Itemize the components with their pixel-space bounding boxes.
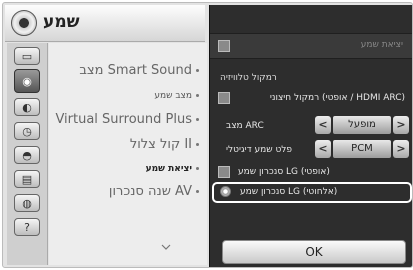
arc-mode-label: מצב ARC [226,121,264,131]
section-label: רמקול טלוויזיה [220,73,277,83]
arc-mode-left-button[interactable]: < [315,116,331,134]
lock-icon[interactable]: ◓ [14,146,40,164]
tv-screen: שמע ▭ ◉ ◐ ◷ ◓ ▤ ◍ ? מצב Smart Sound מצב … [2,2,413,268]
digital-out-right-button[interactable]: > [393,140,409,158]
page-title: שמע [43,12,80,32]
menu-item-virtual-surround[interactable]: Virtual Surround Plus [49,112,199,127]
lg-wireless-label[interactable]: סנכרון שמע LG (אלחוטי) [240,187,337,197]
ok-button[interactable]: OK [222,240,406,264]
globe-icon[interactable]: ◐ [14,98,40,116]
hdmi-arc-label: רמקול חיצוני (אופטי / HDMI ARC) [269,93,405,103]
speaker-icon[interactable]: ◉ [14,69,40,93]
sound-out-panel: יציאת שמע רמקול טלוויזיה רמקול חיצוני (א… [209,5,412,267]
hdmi-arc-checkbox[interactable] [218,92,230,104]
help-icon[interactable]: ? [14,218,40,236]
exit-checkbox[interactable] [218,40,230,52]
menu-item-sound-mode[interactable]: מצב שמע [49,91,199,101]
menu-item-sound-out[interactable]: יציאת שמע [49,164,199,174]
header: שמע [5,5,205,42]
arc-mode-right-button[interactable]: > [393,116,409,134]
clock-icon[interactable]: ◷ [14,122,40,140]
menu-item-clear-voice[interactable]: קול צלול II [49,137,199,152]
lg-optical-checkbox[interactable] [218,166,230,178]
speaker-icon [11,10,37,36]
digital-out-value[interactable]: PCM [333,140,391,158]
digital-out-left-button[interactable]: < [315,140,331,158]
exit-row[interactable]: יציאת שמע [210,33,412,59]
chevron-down-icon[interactable] [161,242,171,252]
sound-menu: מצב Smart Sound מצב שמע Virtual Surround… [49,43,207,265]
sidebar: ▭ ◉ ◐ ◷ ◓ ▤ ◍ ? [7,43,48,265]
lg-optical-label: סנכרון שמע LG (אופטי) [238,167,330,177]
tv-icon[interactable]: ▭ [14,47,40,65]
arc-mode-value[interactable]: מופעל [333,116,391,134]
network-icon[interactable]: ◍ [14,194,40,212]
exit-label: יציאת שמע [360,40,403,50]
menu-item-av-sync[interactable]: שנה סנכרון AV [49,184,199,199]
keyboard-icon[interactable]: ▤ [14,170,40,188]
digital-out-label: פלט שמע דיגיטלי [226,145,293,155]
menu-item-smart-sound[interactable]: מצב Smart Sound [49,63,199,78]
lg-wireless-radio[interactable] [220,186,231,197]
